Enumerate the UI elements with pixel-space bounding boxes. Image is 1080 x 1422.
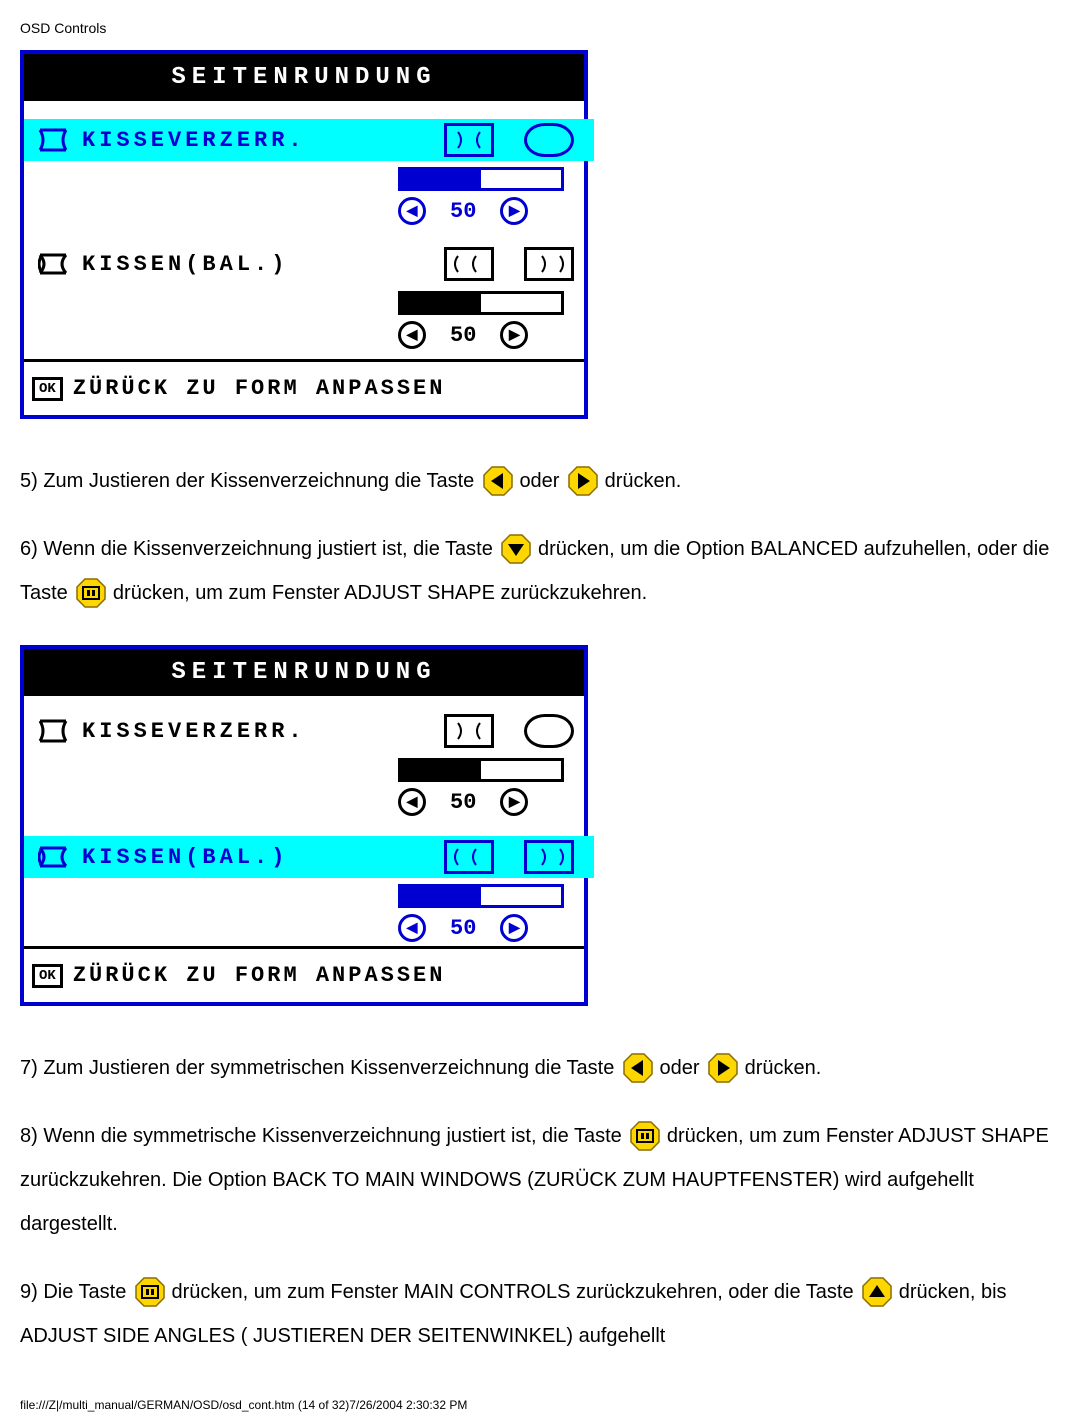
slider-value: 50 [450, 790, 476, 815]
shape-left-icon [444, 840, 494, 874]
ok-button-icon [76, 578, 104, 606]
step-5-text: 5) Zum Justieren der Kissenverzeichnung … [20, 470, 480, 492]
instruction-block-2: 7) Zum Justieren der symmetrischen Kisse… [20, 1046, 1060, 1358]
ok-button-icon [630, 1121, 658, 1149]
osd-panel-1: SEITENRUNDUNG KISSEVERZERR. ◀ 50 ▶ [20, 50, 588, 419]
osd-item-pincushion[interactable]: KISSEVERZERR. ◀ 50 ▶ [24, 109, 584, 229]
shape-right-icon [524, 247, 574, 281]
step-6-text: drücken, um zum Fenster ADJUST SHAPE zur… [113, 582, 647, 604]
arrow-right-icon: ▶ [500, 197, 528, 225]
osd-footer-text: ZÜRÜCK ZU FORM ANPASSEN [73, 376, 446, 401]
step-6-text: 6) Wenn die Kissenverzeichnung justiert … [20, 538, 498, 560]
step-7-text: oder [659, 1057, 705, 1079]
slider-bar [398, 758, 564, 782]
down-button-icon [501, 534, 529, 562]
instruction-block-1: 5) Zum Justieren der Kissenverzeichnung … [20, 459, 1060, 615]
shape-concave-icon [444, 714, 494, 748]
step-7-text: drücken. [745, 1057, 822, 1079]
arrow-right-icon: ▶ [500, 914, 528, 942]
step-5-text: drücken. [605, 470, 682, 492]
osd-item-label: KISSEVERZERR. [82, 719, 444, 744]
arrow-right-icon: ▶ [500, 788, 528, 816]
osd-item-pincushion[interactable]: KISSEVERZERR. ◀ 50 ▶ [24, 696, 584, 826]
arrow-left-icon: ◀ [398, 788, 426, 816]
step-9-text: 9) Die Taste [20, 1281, 132, 1303]
page-header: OSD Controls [20, 20, 1060, 36]
arrow-left-icon: ◀ [398, 914, 426, 942]
shape-convex-icon [524, 714, 574, 748]
right-button-icon [568, 466, 596, 494]
slider-value: 50 [450, 199, 476, 224]
osd-footer-text: ZÜRÜCK ZU FORM ANPASSEN [73, 963, 446, 988]
pincushion-icon [34, 126, 74, 154]
step-9-text: drücken, um zum Fenster MAIN CONTROLS zu… [171, 1281, 859, 1303]
right-button-icon [708, 1053, 736, 1081]
osd-item-label: KISSEN(BAL.) [82, 845, 444, 870]
osd-item-balance[interactable]: KISSEN(BAL.) ◀ 50 ▶ [24, 229, 584, 359]
slider-bar [398, 884, 564, 908]
shape-left-icon [444, 247, 494, 281]
osd-footer[interactable]: OK ZÜRÜCK ZU FORM ANPASSEN [24, 359, 584, 415]
step-7-text: 7) Zum Justieren der symmetrischen Kisse… [20, 1057, 620, 1079]
ok-icon: OK [32, 377, 63, 401]
ok-button-icon [135, 1277, 163, 1305]
osd-title: SEITENRUNDUNG [24, 649, 584, 696]
arrow-left-icon: ◀ [398, 321, 426, 349]
up-button-icon [862, 1277, 890, 1305]
ok-icon: OK [32, 964, 63, 988]
slider-bar [398, 167, 564, 191]
step-8-text: 8) Wenn die symmetrische Kissenverzeichn… [20, 1125, 627, 1147]
arrow-right-icon: ▶ [500, 321, 528, 349]
pincushion-icon [34, 717, 74, 745]
osd-panel-2: SEITENRUNDUNG KISSEVERZERR. ◀ 50 ▶ [20, 645, 588, 1006]
slider-value: 50 [450, 323, 476, 348]
osd-item-label: KISSEVERZERR. [82, 128, 444, 153]
left-button-icon [623, 1053, 651, 1081]
osd-item-label: KISSEN(BAL.) [82, 252, 444, 277]
balance-icon [34, 843, 74, 871]
arrow-left-icon: ◀ [398, 197, 426, 225]
page-footer: file:///Z|/multi_manual/GERMAN/OSD/osd_c… [20, 1398, 1060, 1412]
shape-right-icon [524, 840, 574, 874]
balance-icon [34, 250, 74, 278]
shape-concave-icon [444, 123, 494, 157]
left-button-icon [483, 466, 511, 494]
osd-item-balance[interactable]: KISSEN(BAL.) ◀ 50 ▶ [24, 826, 584, 946]
slider-value: 50 [450, 916, 476, 941]
step-5-text: oder [519, 470, 565, 492]
slider-bar [398, 291, 564, 315]
shape-convex-icon [524, 123, 574, 157]
osd-title: SEITENRUNDUNG [24, 54, 584, 101]
osd-footer[interactable]: OK ZÜRÜCK ZU FORM ANPASSEN [24, 946, 584, 1002]
